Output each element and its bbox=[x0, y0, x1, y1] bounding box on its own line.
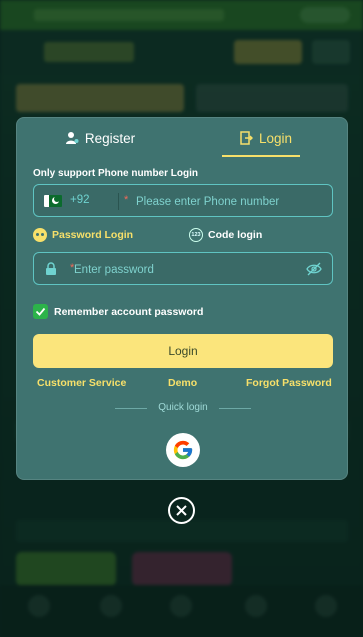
password-login-label: Password Login bbox=[52, 229, 134, 241]
active-tab-indicator bbox=[222, 155, 300, 157]
quick-login-label: Quick login bbox=[158, 402, 208, 413]
tab-register[interactable]: Register bbox=[17, 118, 183, 158]
customer-service-link[interactable]: Customer Service bbox=[37, 377, 126, 389]
login-button[interactable]: Login bbox=[33, 334, 333, 368]
remember-checkbox[interactable] bbox=[33, 304, 48, 319]
demo-link[interactable]: Demo bbox=[168, 377, 197, 389]
auth-links: Customer Service Demo Forgot Password bbox=[17, 377, 349, 391]
password-input[interactable] bbox=[74, 259, 294, 280]
password-login-option[interactable]: Password Login bbox=[33, 228, 133, 242]
forgot-password-link[interactable]: Forgot Password bbox=[246, 377, 332, 389]
login-modal: Register Login Only support Phone number… bbox=[16, 117, 348, 480]
password-field[interactable]: * bbox=[33, 252, 333, 285]
remember-label: Remember account password bbox=[54, 305, 204, 318]
check-icon bbox=[35, 307, 46, 316]
user-icon bbox=[65, 132, 79, 144]
google-login-button[interactable] bbox=[166, 433, 200, 467]
field-divider bbox=[118, 193, 119, 210]
phone-input[interactable] bbox=[128, 191, 328, 212]
close-modal-button[interactable] bbox=[168, 497, 195, 524]
tab-login[interactable]: Login bbox=[183, 118, 349, 158]
tab-login-label: Login bbox=[258, 130, 293, 146]
login-subtitle: Only support Phone number Login bbox=[33, 168, 198, 179]
password-mode-icon bbox=[33, 228, 47, 242]
auth-tabs: Register Login bbox=[17, 118, 349, 158]
code-login-label: Code login bbox=[208, 229, 263, 241]
pakistan-flag-icon bbox=[44, 195, 62, 207]
code-mode-icon: 123 bbox=[189, 228, 203, 242]
remember-password[interactable]: Remember account password bbox=[33, 304, 203, 319]
code-login-option[interactable]: 123 Code login bbox=[189, 228, 262, 242]
country-code[interactable]: +92 bbox=[70, 194, 90, 206]
google-icon bbox=[173, 440, 193, 460]
quick-login-divider bbox=[219, 408, 251, 409]
phone-field[interactable]: +92 * bbox=[33, 184, 333, 217]
tab-register-label: Register bbox=[84, 130, 136, 146]
eye-off-icon[interactable] bbox=[306, 262, 322, 276]
lock-icon bbox=[46, 262, 56, 275]
login-door-icon bbox=[240, 131, 253, 145]
close-icon bbox=[176, 505, 187, 516]
